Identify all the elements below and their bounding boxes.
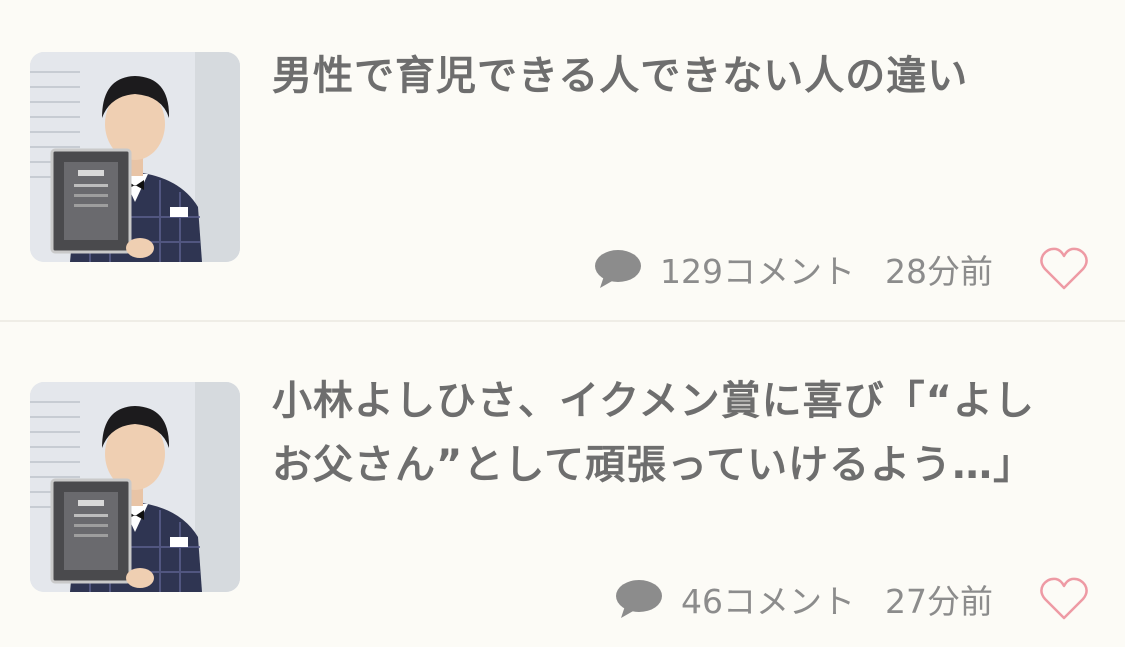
heart-outline-icon[interactable] xyxy=(1039,576,1089,622)
article-item[interactable]: 男性で育児できる人できない人の違い 129コメント 28分前 xyxy=(0,0,1125,322)
posted-time: 27分前 xyxy=(885,582,993,621)
comment-bubble-icon xyxy=(616,580,662,618)
article-meta: 46コメント 27分前 xyxy=(613,574,1125,624)
thumbnail-photo-icon xyxy=(30,52,240,262)
article-meta: 129コメント 28分前 xyxy=(592,244,1125,294)
article-title[interactable]: 小林よしひさ、イクメン賞に喜び「“よしお父さん”として頑張っていけるよう…」 xyxy=(272,369,1072,497)
comment-count: 46コメント xyxy=(681,582,855,621)
article-item[interactable]: 小林よしひさ、イクメン賞に喜び「“よしお父さん”として頑張っていけるよう…」 4… xyxy=(0,322,1125,647)
comment-count: 129コメント xyxy=(660,252,855,291)
posted-time: 28分前 xyxy=(885,252,993,291)
comment-bubble-icon xyxy=(595,250,641,288)
article-thumbnail[interactable] xyxy=(30,382,240,592)
heart-outline-icon[interactable] xyxy=(1039,246,1089,292)
thumbnail-photo-icon xyxy=(30,382,240,592)
article-feed: 男性で育児できる人できない人の違い 129コメント 28分前 小林よしひさ、イク… xyxy=(0,0,1125,647)
article-title[interactable]: 男性で育児できる人できない人の違い xyxy=(272,44,1072,108)
article-thumbnail[interactable] xyxy=(30,52,240,262)
